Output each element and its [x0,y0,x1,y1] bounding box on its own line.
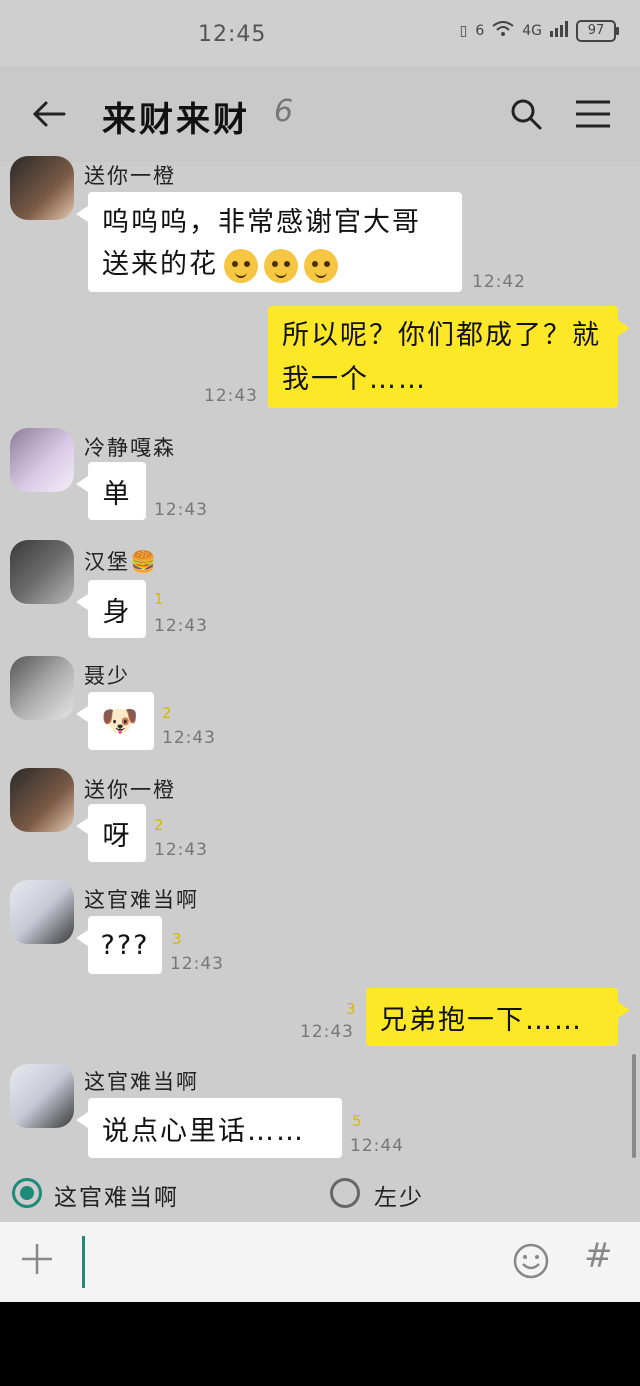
message-bubble[interactable]: 呀 [76,804,146,862]
dog-face-icon: 🐶 [101,703,141,739]
message-text: 所以呢？你们都成了？就我一个…… [282,320,601,395]
pleading-face-icon [304,248,338,283]
read-count: 2 [162,704,172,722]
message-text: 单 [102,478,132,510]
message-text: 兄弟抱一下…… [380,1004,583,1036]
message-input[interactable] [82,1236,85,1288]
my-message-bubble[interactable]: 所以呢？你们都成了？就我一个…… [268,306,630,408]
sender-name: 聂少 [84,664,130,688]
back-arrow-icon[interactable] [30,96,70,132]
message-text: 呀 [102,820,132,852]
read-count: 3 [172,930,182,948]
network-label: 4G [522,23,542,39]
sender-name: 送你一橙 [84,164,176,188]
message-bubble[interactable]: 单 [76,462,146,520]
emoji-icon[interactable] [512,1242,550,1280]
status-time: 12:45 [198,22,267,47]
message-text: ??? [100,929,150,961]
message-bubble[interactable]: 呜呜呜，非常感谢官大哥送来的花 [76,192,462,292]
mention-bar: 这官难当啊 左少 [0,1166,640,1222]
message-bubble[interactable]: 身 [76,580,146,638]
scrollbar[interactable] [632,1054,636,1158]
sender-name: 冷静嘎森 [84,436,176,460]
option-label[interactable]: 左少 [374,1178,424,1212]
sim-label: 6 [475,23,485,39]
menu-icon[interactable] [574,98,612,130]
message-text: 身 [102,596,132,628]
chat-header: 来财来财 6 [0,66,640,162]
avatar[interactable] [10,768,74,832]
avatar[interactable] [10,540,74,604]
message-time: 12:43 [154,500,208,520]
read-count: 2 [154,816,164,834]
sender-name: 送你一橙 [84,778,176,802]
message-text: 说点心里话…… [102,1115,305,1147]
battery-icon: 97 [576,20,619,42]
read-count: 3 [346,1000,356,1018]
pleading-face-icon [224,248,258,283]
input-bar: # [0,1222,640,1302]
message-text: 呜呜呜，非常感谢官大哥送来的花 [102,202,448,286]
my-message-bubble[interactable]: 兄弟抱一下…… [366,988,630,1046]
sender-name: 这官难当啊 [84,1070,199,1094]
message-time: 12:43 [204,386,258,406]
read-count: 1 [154,590,164,608]
hashtag-icon[interactable]: # [584,1236,613,1276]
message-bubble[interactable]: 🐶 [76,692,154,750]
sender-name: 这官难当啊 [84,888,199,912]
status-bar: 12:45 ▯ 6 4G 97 [0,0,640,66]
radio-unselected[interactable] [330,1178,360,1208]
read-count: 5 [352,1112,362,1130]
message-time: 12:43 [154,616,208,636]
option-label[interactable]: 这官难当啊 [54,1178,179,1212]
message-time: 12:43 [162,728,216,748]
wifi-icon [492,21,514,41]
message-time: 12:44 [350,1136,404,1156]
message-time: 12:43 [154,840,208,860]
search-icon[interactable] [508,96,544,132]
member-count: 6 [274,94,294,129]
vibrate-icon: ▯ [459,23,468,39]
plus-icon[interactable] [18,1240,56,1278]
avatar[interactable] [10,1064,74,1128]
avatar[interactable] [10,656,74,720]
status-icons: ▯ 6 4G 97 [459,20,619,42]
system-navigation-bar [0,1302,640,1386]
avatar[interactable] [10,880,74,944]
avatar[interactable] [10,428,74,492]
pleading-face-icon [264,248,298,283]
message-time: 12:43 [300,1022,354,1042]
message-bubble[interactable]: 说点心里话…… [76,1098,342,1158]
message-time: 12:42 [472,272,526,292]
radio-selected[interactable] [12,1178,42,1208]
sender-name: 汉堡🍔 [84,550,159,574]
message-time: 12:43 [170,954,224,974]
message-bubble[interactable]: ??? [76,916,162,974]
signal-icon [550,21,568,41]
chat-title: 来财来财 [102,100,250,140]
avatar[interactable] [10,156,74,220]
